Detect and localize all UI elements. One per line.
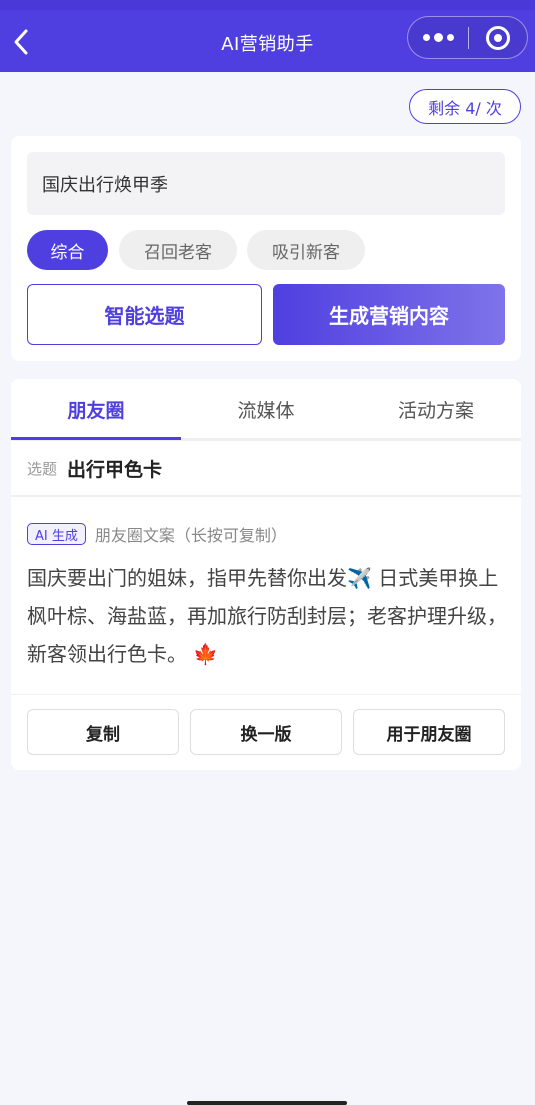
result-card: 朋友圈 流媒体 活动方案 选题 出行甲色卡 AI 生成 朋友圈文案（长按可复制）… [11,379,521,770]
generate-content-button[interactable]: 生成营销内容 [273,284,505,345]
topic-input-card: 国庆出行焕甲季 综合 召回老客 吸引新客 智能选题 生成营销内容 [11,136,521,361]
generated-copy-text[interactable]: 国庆要出门的姐妹，指甲先替你出发✈️ 日式美甲换上枫叶棕、海盐蓝，再加旅行防刮封… [27,559,512,673]
topic-value: 出行甲色卡 [67,458,163,481]
ai-generated-row: AI 生成 朋友圈文案（长按可复制） [27,522,287,546]
tab-campaign-plan[interactable]: 活动方案 [351,379,521,439]
topic-input[interactable]: 国庆出行焕甲季 [27,152,505,215]
tab-moments[interactable]: 朋友圈 [11,379,181,439]
home-indicator [187,1101,347,1105]
chip-comprehensive[interactable]: 综合 [27,230,108,270]
regenerate-button[interactable]: 换一版 [190,709,342,755]
remaining-quota-badge: 剩余 4/ 次 [409,89,521,124]
smart-topic-button[interactable]: 智能选题 [27,284,262,345]
target-circle-icon[interactable] [469,17,527,58]
content-tabs: 朋友圈 流媒体 活动方案 [11,379,521,441]
active-tab-indicator [11,437,181,440]
nav-bar: AI营销助手 [0,0,535,72]
divider [11,694,521,695]
chip-recall-old-customers[interactable]: 召回老客 [119,230,237,270]
copy-hint: 朋友圈文案（长按可复制） [94,526,287,545]
airplane-icon: ✈️ [347,566,372,590]
maple-leaf-icon: 🍁 [193,642,219,666]
use-for-moments-button[interactable]: 用于朋友圈 [353,709,505,755]
more-dots-icon[interactable] [408,17,468,58]
mini-program-capsule [407,16,528,59]
ai-generated-badge: AI 生成 [27,523,86,545]
chip-attract-new-customers[interactable]: 吸引新客 [247,230,365,270]
topic-label: 选题 [27,459,58,478]
selected-topic-row: 选题 出行甲色卡 [11,441,521,497]
copy-text-part1: 国庆要出门的姐妹，指甲先替你出发 [27,566,347,590]
tab-streaming-media[interactable]: 流媒体 [181,379,351,439]
copy-button[interactable]: 复制 [27,709,179,755]
